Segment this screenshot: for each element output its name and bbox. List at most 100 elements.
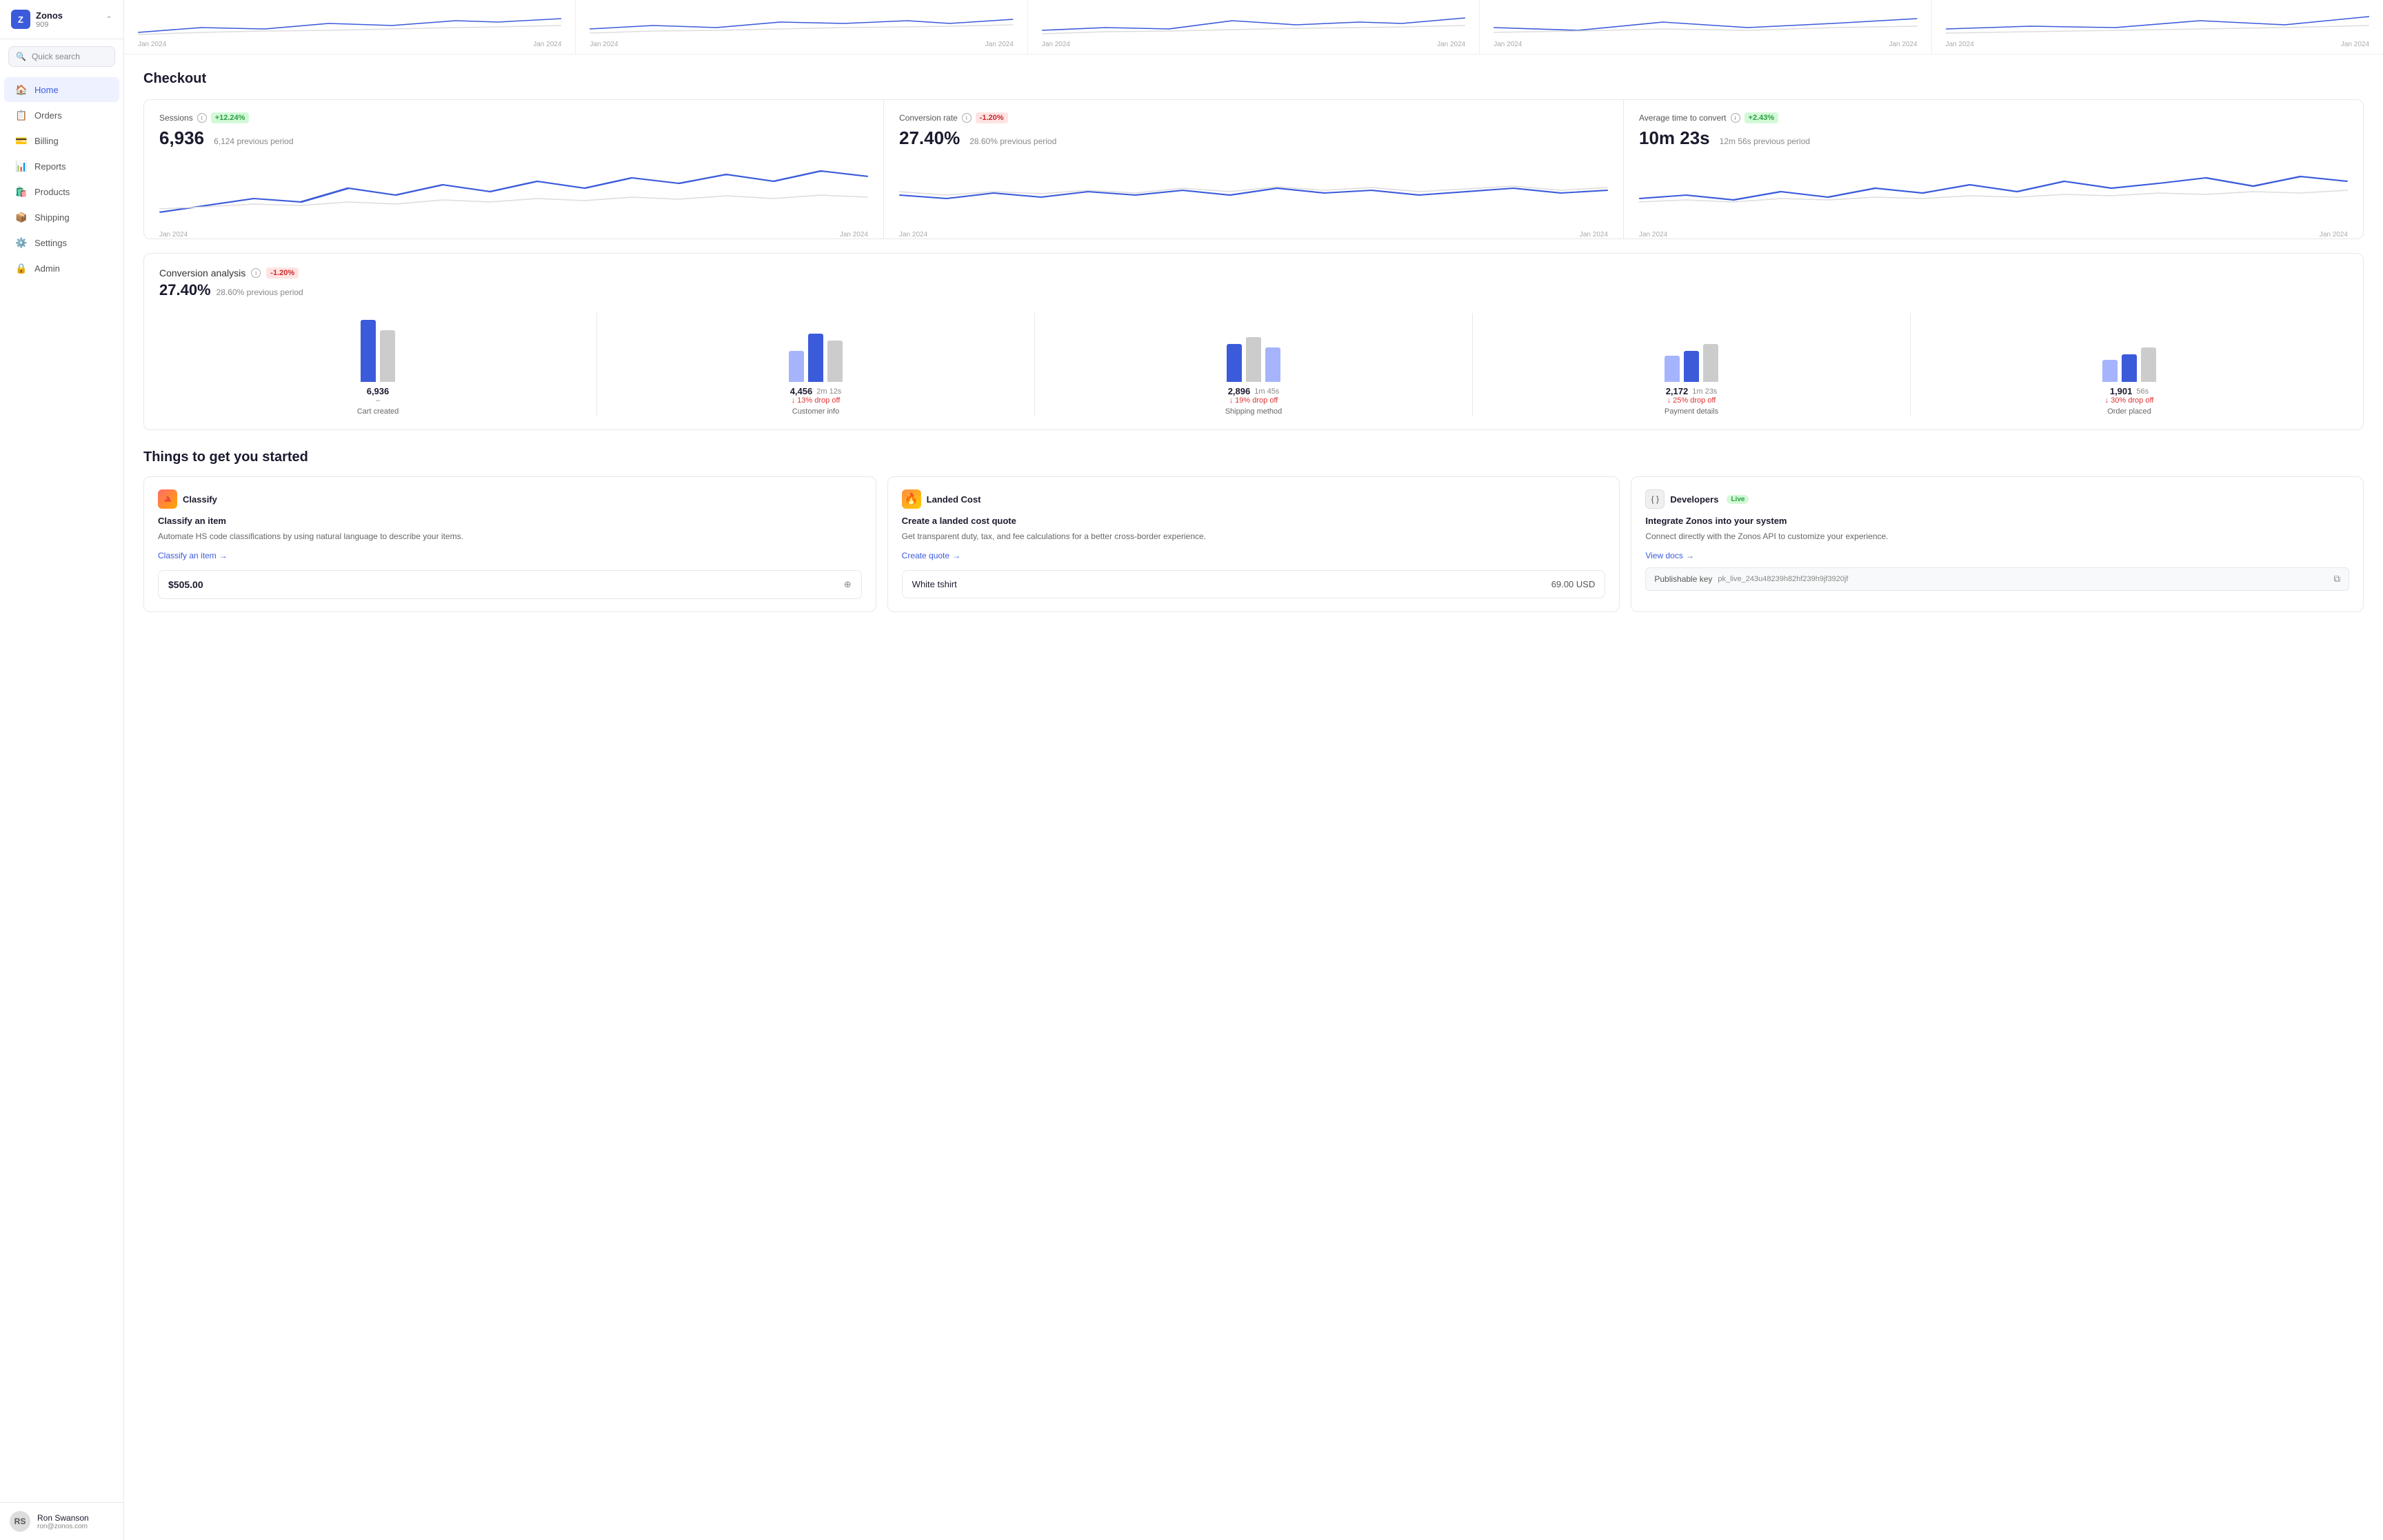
quick-search-button[interactable]: 🔍 Quick search <box>8 46 115 67</box>
cards-row: 🔺 Classify Classify an item Automate HS … <box>143 476 2364 612</box>
funnel-payment-time: 1m 23s <box>1692 387 1717 396</box>
landed-preview: White tshirt 69.00 USD <box>902 570 1606 598</box>
funnel-order-bars <box>2102 313 2156 382</box>
sidebar-item-orders[interactable]: 📋 Orders <box>4 103 119 128</box>
funnel-shipping-method: 2,896 1m 45s ↓ 19% drop off Shipping met… <box>1035 313 1473 416</box>
funnel-shipping-stat: 2,896 <box>1228 386 1251 396</box>
sidebar-item-home[interactable]: 🏠 Home <box>4 77 119 102</box>
funnel-customer-bar-light <box>789 351 804 382</box>
funnel-row: 6,936 – Cart created 4,456 2m 12s ↓ <box>159 313 2348 416</box>
logo-icon: Z <box>11 10 30 29</box>
avg-time-info-icon[interactable]: i <box>1731 113 1740 123</box>
landed-card-header: 🔥 Landed Cost <box>902 489 1606 509</box>
analysis-badge: -1.20% <box>266 267 299 278</box>
funnel-customer-stat: 4,456 <box>790 386 813 396</box>
funnel-payment-drop: ↓ 25% drop off <box>1667 396 1716 405</box>
sessions-label: Sessions <box>159 113 193 123</box>
card-developers: { } Developers Live Integrate Zonos into… <box>1631 476 2364 612</box>
dev-category: Developers <box>1670 494 1718 505</box>
funnel-customer-bars <box>789 313 843 382</box>
avg-time-chart-date-right: Jan 2024 <box>2320 231 2348 239</box>
conversion-rate-metric: Conversion rate i -1.20% 27.40% 28.60% p… <box>884 100 1624 239</box>
mini-chart-5-date-right: Jan 2024 <box>2341 41 2369 48</box>
funnel-cart-created: 6,936 – Cart created <box>159 313 597 416</box>
analysis-header: Conversion analysis i -1.20% <box>159 267 2348 278</box>
funnel-order-bar-gray <box>2141 347 2156 382</box>
classify-arrow-icon: → <box>219 551 228 560</box>
avg-time-header: Average time to convert i +2.43% <box>1639 112 2348 123</box>
funnel-customer-bar-gray <box>827 341 843 382</box>
sidebar-logo: Z Zonos 909 <box>11 10 63 29</box>
avg-time-chart-date-left: Jan 2024 <box>1639 231 1667 239</box>
sidebar-item-admin-label: Admin <box>34 263 60 274</box>
funnel-shipping-bars <box>1227 313 1280 382</box>
sidebar-item-products-label: Products <box>34 187 70 197</box>
funnel-payment-stat: 2,172 <box>1666 386 1689 396</box>
funnel-payment-bars <box>1665 313 1718 382</box>
mini-charts-row: Jan 2024 Jan 2024 Jan 2024 Jan 2024 Jan … <box>124 0 2383 54</box>
sidebar-item-reports[interactable]: 📊 Reports <box>4 154 119 179</box>
avatar: RS <box>10 1511 30 1532</box>
mini-chart-2-date-left: Jan 2024 <box>590 41 618 48</box>
sidebar-item-products[interactable]: 🛍️ Products <box>4 179 119 204</box>
mini-chart-4-date-right: Jan 2024 <box>1889 41 1917 48</box>
conversion-rate-label: Conversion rate <box>899 113 958 123</box>
sidebar-header: Z Zonos 909 ⌃ <box>0 0 123 39</box>
user-profile[interactable]: RS Ron Swanson ron@zonos.com <box>0 1502 123 1540</box>
classify-category: Classify <box>183 494 217 505</box>
sidebar-item-shipping-label: Shipping <box>34 212 70 223</box>
dev-link-text: View docs <box>1645 551 1682 560</box>
landed-preview-value: 69.00 USD <box>1551 579 1596 589</box>
conversion-rate-info-icon[interactable]: i <box>962 113 972 123</box>
funnel-customer-time: 2m 12s <box>816 387 841 396</box>
conversion-rate-header: Conversion rate i -1.20% <box>899 112 1608 123</box>
funnel-customer-drop: ↓ 13% drop off <box>792 396 841 405</box>
sidebar-nav: 🏠 Home 📋 Orders 💳 Billing 📊 Reports 🛍️ P… <box>0 74 123 284</box>
shipping-icon: 📦 <box>15 211 28 223</box>
sidebar: Z Zonos 909 ⌃ 🔍 Quick search 🏠 Home 📋 Or… <box>0 0 124 1540</box>
funnel-shipping-drop: ↓ 19% drop off <box>1229 396 1278 405</box>
avg-time-chart: Jan 2024 Jan 2024 <box>1639 157 2348 226</box>
sidebar-item-billing[interactable]: 💳 Billing <box>4 128 119 153</box>
classify-link[interactable]: Classify an item → <box>158 551 862 560</box>
user-info: Ron Swanson ron@zonos.com <box>37 1513 89 1530</box>
sidebar-item-admin[interactable]: 🔒 Admin <box>4 256 119 281</box>
analysis-info-icon[interactable]: i <box>251 268 261 278</box>
sessions-metric: Sessions i +12.24% 6,936 6,124 previous … <box>144 100 884 239</box>
sidebar-item-shipping[interactable]: 📦 Shipping <box>4 205 119 230</box>
orders-icon: 📋 <box>15 109 28 121</box>
avg-time-value: 10m 23s <box>1639 128 1710 149</box>
sidebar-item-settings[interactable]: ⚙️ Settings <box>4 230 119 255</box>
analysis-pct: 27.40% <box>159 281 211 299</box>
landed-category: Landed Cost <box>927 494 981 505</box>
classify-preview-icon: ⊕ <box>844 579 852 590</box>
chevron-icon: ⌃ <box>105 14 112 24</box>
brand-name: Zonos <box>36 10 63 21</box>
funnel-cart-bars <box>361 313 395 382</box>
copy-key-button[interactable]: ⧉ <box>2333 574 2340 585</box>
landed-link[interactable]: Create quote → <box>902 551 1606 560</box>
funnel-order-bar-blue <box>2122 354 2137 382</box>
analysis-title: Conversion analysis <box>159 267 245 278</box>
dev-icon: { } <box>1645 489 1665 509</box>
conversion-rate-prev: 28.60% previous period <box>969 136 1056 146</box>
sessions-chart-date-left: Jan 2024 <box>159 231 188 239</box>
dev-subtitle: Integrate Zonos into your system <box>1645 516 2349 526</box>
dev-link[interactable]: View docs → <box>1645 551 2349 560</box>
analysis-prev: 28.60% previous period <box>217 287 303 297</box>
avg-time-metric: Average time to convert i +2.43% 10m 23s… <box>1624 100 2363 239</box>
conversion-rate-badge: -1.20% <box>976 112 1008 123</box>
mini-chart-5: Jan 2024 Jan 2024 <box>1932 0 2383 54</box>
billing-icon: 💳 <box>15 134 28 147</box>
sessions-info-icon[interactable]: i <box>197 113 207 123</box>
checkout-title: Checkout <box>143 71 2364 87</box>
avg-time-badge: +2.43% <box>1744 112 1779 123</box>
sidebar-item-settings-label: Settings <box>34 238 67 248</box>
admin-icon: 🔒 <box>15 262 28 274</box>
funnel-payment-details: 2,172 1m 23s ↓ 25% drop off Payment deta… <box>1473 313 1911 416</box>
mini-chart-1: Jan 2024 Jan 2024 <box>124 0 576 54</box>
quick-search-label: Quick search <box>32 52 80 61</box>
main-content: Jan 2024 Jan 2024 Jan 2024 Jan 2024 Jan … <box>124 0 2383 1540</box>
sidebar-item-home-label: Home <box>34 85 59 95</box>
classify-card-header: 🔺 Classify <box>158 489 862 509</box>
